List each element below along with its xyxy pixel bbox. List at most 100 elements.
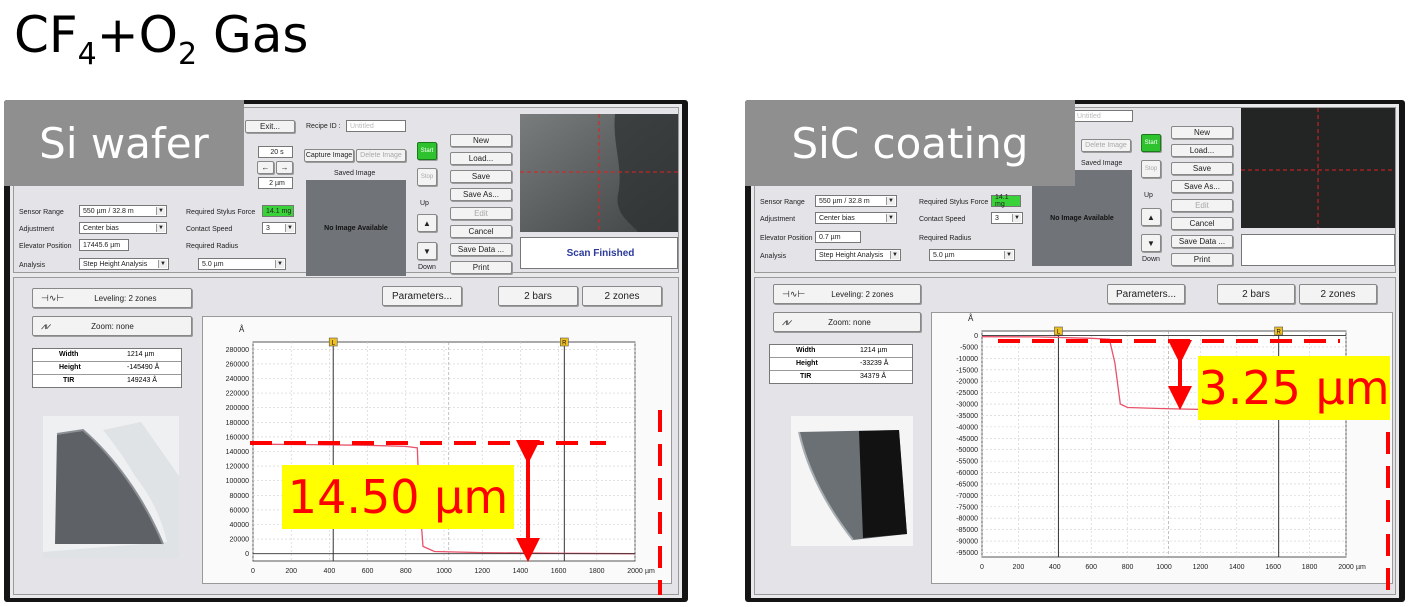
right-monitor: Untitled Delete Image Saved Image No Ima… [745,100,1405,602]
left-contact-speed-select[interactable]: 3 ▼ [262,222,296,234]
width-label: Width [796,347,816,354]
right-leveling-button[interactable]: ⊣∿⊢ Leveling: 2 zones [773,284,921,304]
right-edit-button[interactable]: Edit [1171,199,1233,212]
arrow-right-icon: → [280,163,289,172]
y-tick-label: -60000 [956,470,978,477]
left-up-label: Up [420,200,429,207]
right-save-data-button[interactable]: Save Data ... [1171,235,1233,248]
right-stylus-force-field[interactable]: 14.1 mg [991,194,1021,208]
left-start-button[interactable]: Start [417,142,437,160]
x-tick-label: 200 [285,568,297,575]
left-time-field[interactable]: 20 s [258,146,293,158]
table-row: Height -145490 Å [33,362,181,375]
right-zoom-button[interactable]: ⩘⩗ Zoom: none [773,312,921,332]
right-start-button[interactable]: Start [1141,134,1161,152]
left-stylus-force-field[interactable]: 14.1 mg [262,205,294,217]
right-contact-speed-select[interactable]: 3 ▼ [991,212,1023,224]
x-tick-label: 1200 [1193,564,1209,571]
right-measurement-table: Width 1214 µm Height -33239 Å TIR 34379 Å [769,344,913,384]
x-tick-label: 1000 [1156,564,1172,571]
leveling-icon: ⊣∿⊢ [782,288,806,299]
right-save-button[interactable]: Save [1171,162,1233,175]
left-capture-image-button[interactable]: Capture Image [304,149,354,162]
right-contact-speed-value: 3 [995,214,999,222]
right-bars-button[interactable]: 2 bars [1217,284,1295,304]
right-up-button[interactable]: ▲ [1141,208,1161,226]
left-elevator-field[interactable]: 17445.6 µm [79,239,129,251]
height-value: -33239 Å [860,360,889,367]
y-tick-label: -10000 [956,356,978,363]
left-save-as-button[interactable]: Save As... [450,188,512,201]
right-adjustment-select[interactable]: Center bias ▼ [815,212,897,224]
right-radius-select[interactable]: 5.0 µm ▼ [929,249,1015,261]
left-stop-button[interactable]: Stop [417,168,437,186]
right-analysis-value: Step Height Analysis [819,251,884,259]
table-row: Width 1214 µm [770,345,912,358]
left-leveling-button[interactable]: ⊣∿⊢ Leveling: 2 zones [32,288,192,308]
left-zoom-label: Zoom: none [91,321,134,331]
left-zones-button[interactable]: 2 zones [582,286,662,306]
right-analysis-select[interactable]: Step Height Analysis ▼ [815,249,901,261]
left-save-data-button[interactable]: Save Data ... [450,243,512,256]
right-zones-button[interactable]: 2 zones [1299,284,1377,304]
tir-value: 34379 Å [860,373,887,380]
x-tick-label: 400 [1049,564,1061,571]
left-zoom-button[interactable]: ⩘⩗ Zoom: none [32,316,192,336]
left-arrow-right-button[interactable]: → [276,161,293,174]
right-down-label: Down [1142,256,1160,263]
y-tick-label: 200000 [226,405,249,412]
left-adjustment-value: Center bias [83,224,119,232]
left-load-button[interactable]: Load... [450,152,512,165]
y-tick-label: 0 [974,333,978,340]
left-adjustment-select[interactable]: Center bias ▼ [79,222,167,234]
right-sensor-range-select[interactable]: 550 µm / 32.8 m ▼ [815,195,897,207]
left-contact-speed-value: 3 [266,224,270,232]
right-adjustment-value: Center bias [819,214,855,222]
width-value: 1214 µm [127,351,155,358]
x-tick-label: 800 [400,568,412,575]
right-new-button[interactable]: New [1171,126,1233,139]
zoom-icon: ⩘⩗ [782,316,793,327]
left-length-field[interactable]: 2 µm [258,177,293,189]
right-delete-image-button[interactable]: Delete Image [1081,139,1131,152]
left-sensor-range-select[interactable]: 550 µm / 32.8 m ▼ [79,205,167,217]
y-tick-label: 80000 [230,493,250,500]
left-up-button[interactable]: ▲ [417,214,437,232]
right-save-as-button[interactable]: Save As... [1171,180,1233,193]
left-analysis-select[interactable]: Step Height Analysis ▼ [79,258,169,270]
left-bars-button[interactable]: 2 bars [498,286,578,306]
left-radius-select[interactable]: 5.0 µm ▼ [198,258,286,270]
left-exit-button[interactable]: Exit... [245,120,295,133]
right-parameters-button[interactable]: Parameters... [1107,284,1185,304]
left-cancel-button[interactable]: Cancel [450,225,512,238]
right-camera-view [1241,108,1395,228]
right-cancel-button[interactable]: Cancel [1171,217,1233,230]
x-tick-label: 1000 [436,568,452,575]
right-print-button[interactable]: Print [1171,253,1233,266]
left-recipe-field[interactable]: Untitled [346,120,406,132]
left-profile-chart-svg: 0 200 400 600 800 1000 1200 1400 1600 1800 2000 µm 0… [226,325,655,575]
chevron-down-icon: ▼ [1004,251,1013,259]
right-zoom-label: Zoom: none [828,317,871,327]
left-delete-image-button[interactable]: Delete Image [356,149,406,162]
x-unit-label: µm [1356,564,1366,571]
left-print-button[interactable]: Print [450,261,512,274]
right-elevator-field[interactable]: 0.7 µm [815,231,861,243]
height-label: Height [796,360,818,367]
right-leveling-label: Leveling: 2 zones [831,289,894,299]
left-arrow-left-button[interactable]: ← [257,161,274,174]
right-down-button[interactable]: ▼ [1141,234,1161,252]
left-stylus-force-label: Required Stylus Force [186,209,256,216]
left-save-button[interactable]: Save [450,170,512,183]
y-tick-label: 60000 [230,507,250,514]
right-load-button[interactable]: Load... [1171,144,1233,157]
x-tick-label: 2000 [1338,564,1354,571]
left-down-button[interactable]: ▼ [417,242,437,260]
right-recipe-field[interactable]: Untitled [1073,110,1133,122]
left-edit-button[interactable]: Edit [450,207,512,220]
left-parameters-button[interactable]: Parameters... [382,286,462,306]
left-leveling-label: Leveling: 2 zones [94,293,157,303]
left-new-button[interactable]: New [450,134,512,147]
right-stop-button[interactable]: Stop [1141,160,1161,178]
title-subscript-4: 4 [77,37,97,72]
